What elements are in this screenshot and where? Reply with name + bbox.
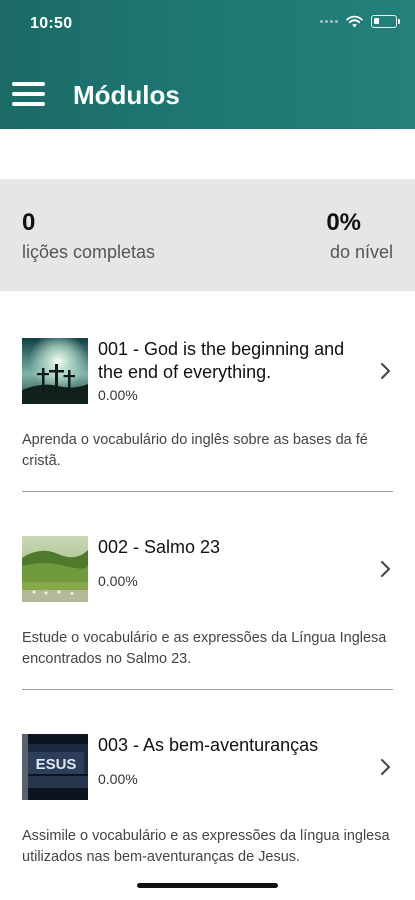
module-title: 003 - As bem-aventuranças bbox=[98, 735, 319, 755]
module-title: 001 - God is the beginning and the end o… bbox=[98, 339, 345, 382]
hamburger-menu-icon[interactable] bbox=[12, 82, 46, 108]
module-item[interactable]: 001 - God is the beginning and the end o… bbox=[0, 330, 415, 528]
status-icons bbox=[320, 15, 400, 28]
crosses-at-sunset-image bbox=[22, 338, 88, 404]
module-progress: 0.00% bbox=[98, 573, 138, 589]
chevron-right-icon[interactable] bbox=[379, 558, 393, 580]
app-header: 10:50 Módulos bbox=[0, 0, 415, 129]
completed-lessons-value: 0 bbox=[22, 209, 36, 236]
wifi-icon bbox=[346, 15, 363, 28]
level-progress-value: 0% bbox=[326, 209, 361, 236]
divider bbox=[22, 689, 393, 690]
progress-summary: 0 lições completas 0% do nível bbox=[0, 179, 415, 291]
chevron-right-icon[interactable] bbox=[379, 360, 393, 382]
chevron-right-icon[interactable] bbox=[379, 756, 393, 778]
green-pasture-image bbox=[22, 536, 88, 602]
signal-dots-icon bbox=[320, 20, 338, 23]
jesus-lettering-image: ESUS bbox=[22, 734, 88, 800]
module-item[interactable]: 002 - Salmo 23 0.00% Estude o vocabulári… bbox=[0, 528, 415, 726]
home-indicator[interactable] bbox=[137, 883, 278, 888]
status-time: 10:50 bbox=[30, 15, 73, 32]
module-description: Aprenda o vocabulário do inglês sobre as… bbox=[22, 432, 368, 469]
divider bbox=[22, 491, 393, 492]
svg-text:ESUS: ESUS bbox=[36, 756, 77, 773]
module-progress: 0.00% bbox=[98, 771, 138, 787]
completed-lessons-label: lições completas bbox=[22, 242, 156, 262]
status-bar: 10:50 bbox=[0, 0, 415, 50]
module-title: 002 - Salmo 23 bbox=[98, 537, 221, 557]
page-title: Módulos bbox=[73, 80, 180, 110]
level-progress-label: do nível bbox=[329, 242, 393, 262]
battery-icon bbox=[371, 15, 400, 28]
module-list: 001 - God is the beginning and the end o… bbox=[0, 330, 415, 900]
module-description: Assimile o vocabulário e as expressões d… bbox=[22, 828, 390, 865]
module-progress: 0.00% bbox=[98, 387, 138, 403]
module-item[interactable]: ESUS 003 - As bem-aventuranças 0.00% Ass… bbox=[0, 726, 415, 900]
module-description: Estude o vocabulário e as expressões da … bbox=[22, 630, 387, 667]
